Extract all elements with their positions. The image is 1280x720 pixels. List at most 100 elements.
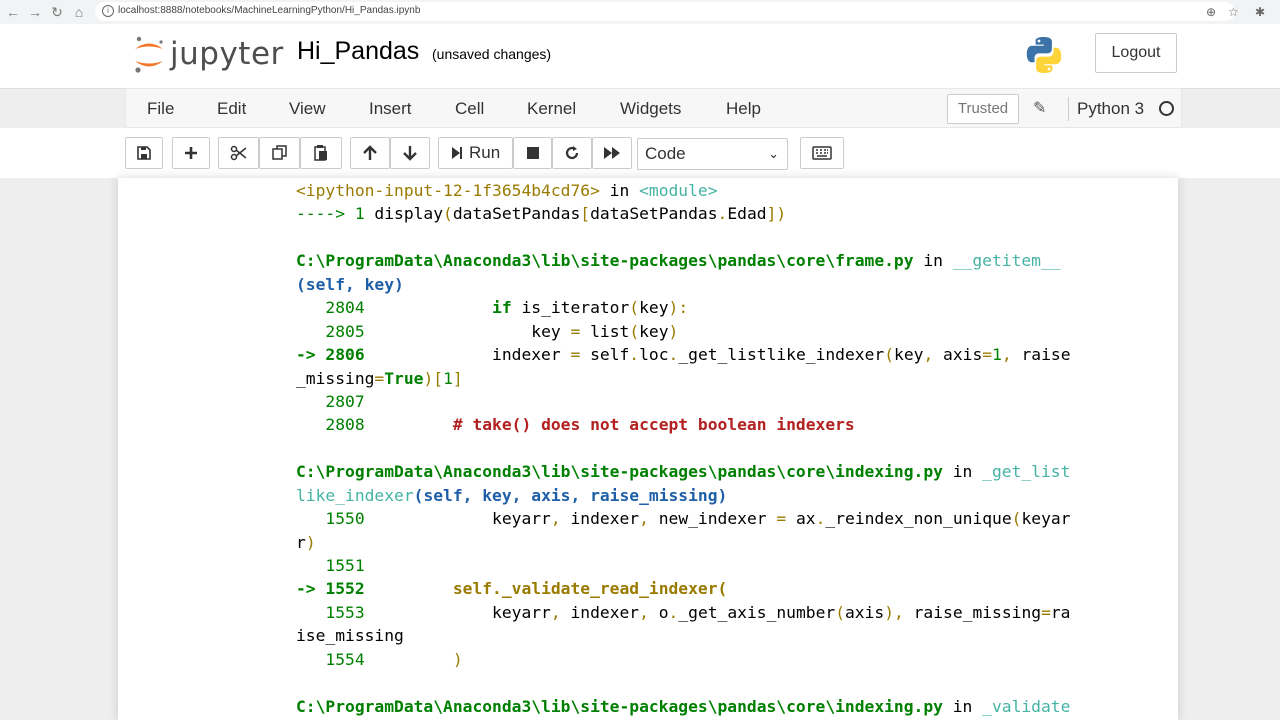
traceback-token: ----> 1 bbox=[296, 204, 375, 224]
cell-type-select[interactable]: Code ⌄ bbox=[637, 138, 788, 170]
traceback-token: <module> bbox=[639, 181, 718, 200]
reload-icon[interactable]: ↻ bbox=[48, 3, 66, 21]
extensions-icon[interactable]: ✱ bbox=[1255, 4, 1265, 20]
run-button[interactable]: Run bbox=[438, 137, 513, 169]
traceback-line bbox=[296, 437, 1136, 460]
traceback-line: like_indexer(self, key, axis, raise_miss… bbox=[296, 484, 1136, 507]
traceback-line bbox=[296, 226, 1136, 249]
traceback-token: C:\ProgramData\Anaconda3\lib\site-packag… bbox=[296, 462, 943, 482]
traceback-token: _get_list bbox=[982, 462, 1071, 482]
forward-icon[interactable]: → bbox=[26, 3, 44, 21]
arrow-down-icon bbox=[403, 146, 417, 161]
traceback-token: new_indexer bbox=[648, 509, 777, 529]
traceback-token: like_indexer bbox=[296, 485, 414, 505]
kernel-name[interactable]: Python 3 bbox=[1077, 99, 1144, 119]
traceback-line: 2807 bbox=[296, 390, 1136, 413]
save-button[interactable] bbox=[125, 137, 163, 169]
traceback-token: <ipython-input-12-1f3654b4cd76> bbox=[296, 181, 600, 200]
traceback-token: raise_missing bbox=[903, 602, 1042, 622]
restart-button[interactable] bbox=[552, 137, 592, 169]
arrow-up-icon bbox=[363, 145, 377, 160]
menubar: File Edit View Insert Cell Kernel Widget… bbox=[125, 88, 1182, 128]
cut-button[interactable] bbox=[218, 137, 259, 169]
traceback-token: 1551 bbox=[296, 556, 365, 575]
traceback-token: 1553 bbox=[296, 602, 493, 622]
paste-button[interactable] bbox=[300, 137, 342, 169]
traceback-line: 2805 key = list(key) bbox=[296, 320, 1136, 343]
traceback-token: ( bbox=[629, 321, 640, 341]
move-up-button[interactable] bbox=[350, 137, 390, 169]
traceback-line: ----> 1 display(dataSetPandas[dataSetPan… bbox=[296, 202, 1136, 225]
logout-button[interactable]: Logout bbox=[1095, 33, 1177, 73]
traceback-token: = bbox=[570, 345, 581, 365]
traceback-token: _missing bbox=[296, 368, 375, 388]
traceback-token: is_iterator bbox=[511, 298, 630, 318]
traceback-line: r) bbox=[296, 531, 1136, 554]
traceback-token: ): bbox=[668, 298, 689, 318]
traceback-token: key bbox=[531, 321, 571, 341]
notebook-header: jupyter Hi_Pandas (unsaved changes) Logo… bbox=[0, 24, 1280, 89]
traceback-token: = bbox=[776, 509, 787, 529]
url-text[interactable]: localhost:8888/notebooks/MachineLearning… bbox=[118, 5, 420, 16]
fast-forward-icon bbox=[604, 147, 620, 159]
notebook-container: <ipython-input-12-1f3654b4cd76> in <modu… bbox=[118, 178, 1178, 720]
menu-insert[interactable]: Insert bbox=[369, 99, 412, 119]
pencil-icon[interactable]: ✎ bbox=[1033, 98, 1046, 118]
traceback-token: = bbox=[570, 321, 581, 341]
menu-widgets[interactable]: Widgets bbox=[620, 99, 681, 119]
menu-file[interactable]: File bbox=[147, 99, 174, 119]
traceback-token: key bbox=[639, 298, 669, 318]
traceback-token: _get_axis_number bbox=[678, 602, 836, 622]
interrupt-button[interactable] bbox=[513, 137, 552, 169]
traceback-token: = bbox=[374, 368, 385, 388]
traceback-token: ] bbox=[452, 368, 463, 388]
menu-help[interactable]: Help bbox=[726, 99, 761, 119]
move-down-button[interactable] bbox=[390, 137, 430, 169]
site-info-icon[interactable]: i bbox=[102, 5, 114, 17]
traceback-token: axis bbox=[933, 345, 983, 365]
notebook-name[interactable]: Hi_Pandas bbox=[297, 37, 419, 66]
traceback-token: in bbox=[942, 462, 983, 482]
menu-kernel[interactable]: Kernel bbox=[527, 99, 576, 119]
kernel-divider bbox=[1068, 97, 1069, 121]
traceback-token: ise_missing bbox=[296, 626, 404, 646]
traceback-token: in bbox=[942, 696, 983, 716]
copy-button[interactable] bbox=[259, 137, 300, 169]
insert-cell-button[interactable] bbox=[172, 137, 210, 169]
copy-icon bbox=[271, 145, 287, 160]
traceback-token: , bbox=[550, 602, 561, 622]
command-palette-button[interactable] bbox=[800, 137, 844, 169]
home-icon[interactable]: ⌂ bbox=[70, 3, 88, 21]
run-icon bbox=[452, 147, 462, 159]
zoom-icon[interactable]: ⊕ bbox=[1206, 4, 1216, 20]
cell-type-value: Code bbox=[645, 144, 686, 163]
restart-run-all-button[interactable] bbox=[592, 137, 632, 169]
back-icon[interactable]: ← bbox=[4, 3, 22, 21]
traceback-token: ) bbox=[452, 649, 463, 669]
jupyter-logo-icon[interactable] bbox=[132, 34, 166, 74]
traceback-line: 1551 bbox=[296, 554, 1136, 577]
trusted-indicator[interactable]: Trusted bbox=[947, 94, 1019, 124]
traceback-token: self._validate_read_indexer( bbox=[452, 579, 728, 599]
jupyter-logo-text[interactable]: jupyter bbox=[170, 36, 284, 72]
traceback-token: if bbox=[492, 298, 512, 318]
traceback-token: 2807 bbox=[296, 391, 365, 411]
traceback-token: ( bbox=[835, 602, 845, 622]
traceback-token: ( bbox=[884, 345, 895, 365]
traceback-token: ra bbox=[1050, 602, 1071, 622]
menu-edit[interactable]: Edit bbox=[217, 99, 246, 119]
traceback-token: C:\ProgramData\Anaconda3\lib\site-packag… bbox=[296, 251, 914, 271]
traceback-token: , bbox=[923, 345, 934, 365]
python-logo-icon bbox=[1026, 37, 1062, 73]
traceback-token: , bbox=[639, 602, 649, 622]
menu-view[interactable]: View bbox=[289, 99, 326, 119]
bookmark-star-icon[interactable]: ☆ bbox=[1228, 4, 1239, 20]
traceback-token: = bbox=[1041, 602, 1051, 622]
traceback-token: ) bbox=[305, 532, 316, 552]
traceback-token: loc bbox=[639, 345, 669, 365]
traceback-line: -> 2806 indexer = self.loc._get_listlike… bbox=[296, 343, 1136, 366]
cut-icon bbox=[230, 145, 246, 161]
traceback-token: _validate bbox=[982, 696, 1071, 716]
traceback-line: 1554 ) bbox=[296, 648, 1136, 671]
menu-cell[interactable]: Cell bbox=[455, 99, 484, 119]
